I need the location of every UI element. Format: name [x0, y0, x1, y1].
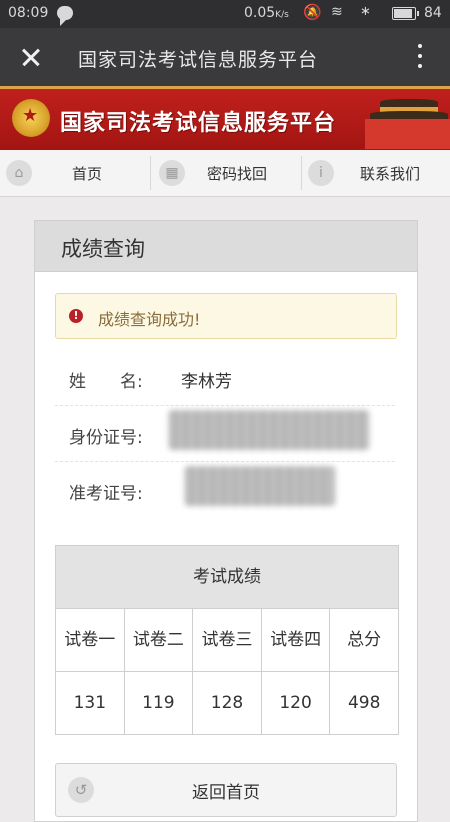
home-icon: ⌂ [6, 160, 32, 186]
back-home-label: 返回首页 [192, 783, 260, 803]
battery-icon [392, 7, 419, 20]
grid-icon: ▦ [159, 160, 185, 186]
panel-title: 成绩查询 [61, 237, 145, 261]
score-table-row: 131 119 128 120 498 [56, 672, 398, 734]
score-cell: 120 [261, 672, 331, 734]
redacted-id-number [169, 410, 369, 450]
header-cell: 试卷一 [56, 609, 125, 671]
message-icon [57, 6, 73, 26]
more-options-button[interactable] [410, 42, 430, 72]
nav-item-label: 联系我们 [360, 165, 421, 183]
national-emblem-icon [12, 99, 50, 137]
header-cell: 试卷四 [261, 609, 331, 671]
nav-item-label: 首页 [72, 165, 103, 183]
network-speed: 0.05K/s [244, 5, 289, 21]
app-bar: 国家司法考试信息服务平台 [0, 28, 450, 86]
header-cell: 试卷二 [124, 609, 194, 671]
score-query-panel: 成绩查询 ! 成绩查询成功! 姓 名: 李林芳 身份证号: 准考证号: 考试成绩… [34, 220, 418, 822]
id-number-label: 身份证号: [69, 428, 143, 448]
score-cell: 119 [124, 672, 194, 734]
success-alert: ! 成绩查询成功! [55, 293, 397, 339]
tiananmen-gate-image [365, 97, 450, 149]
nav-item-password-recovery[interactable]: ▦ 密码找回 [151, 150, 301, 196]
score-table-header: 试卷一 试卷二 试卷三 试卷四 总分 [56, 609, 398, 672]
site-name: 国家司法考试信息服务平台 [60, 111, 337, 136]
close-button[interactable] [12, 38, 50, 76]
name-row: 姓 名: 李林芳 [55, 350, 395, 406]
bluetooth-icon: ∗ [360, 4, 371, 19]
score-table-caption: 考试成绩 [56, 546, 398, 609]
info-icon: i [308, 160, 334, 186]
name-label: 姓 名: [69, 372, 143, 392]
header-cell: 试卷三 [193, 609, 262, 671]
mute-icon: 🔕 [303, 3, 322, 21]
top-nav: ⌂ 首页 ▦ 密码找回 i 联系我们 [0, 150, 450, 197]
score-cell: 131 [56, 672, 125, 734]
panel-header: 成绩查询 [35, 221, 417, 272]
wifi-icon: ≋ [331, 4, 343, 20]
exam-number-row: 准考证号: [55, 462, 395, 517]
battery-level: 84 [424, 5, 442, 21]
alert-icon: ! [69, 309, 83, 323]
nav-item-label: 密码找回 [207, 165, 268, 183]
clock: 08:09 [8, 5, 49, 21]
site-banner: 国家司法考试信息服务平台 [0, 86, 450, 153]
nav-item-home[interactable]: ⌂ 首页 [0, 150, 150, 196]
score-table: 考试成绩 试卷一 试卷二 试卷三 试卷四 总分 131 119 128 120 … [55, 545, 399, 735]
app-title: 国家司法考试信息服务平台 [78, 49, 319, 71]
score-cell: 128 [193, 672, 262, 734]
back-home-button[interactable]: ↺ 返回首页 [55, 763, 397, 817]
header-cell: 总分 [330, 609, 398, 671]
exam-number-label: 准考证号: [69, 484, 143, 504]
total-score-cell: 498 [330, 672, 398, 734]
alert-text: 成绩查询成功! [98, 310, 201, 329]
status-bar: 08:09 0.05K/s 🔕 ≋ ∗ 84 [0, 0, 450, 28]
id-number-row: 身份证号: [55, 406, 395, 462]
redacted-exam-number [185, 466, 335, 506]
nav-item-contact[interactable]: i 联系我们 [302, 150, 450, 196]
name-value: 李林芳 [181, 372, 232, 392]
